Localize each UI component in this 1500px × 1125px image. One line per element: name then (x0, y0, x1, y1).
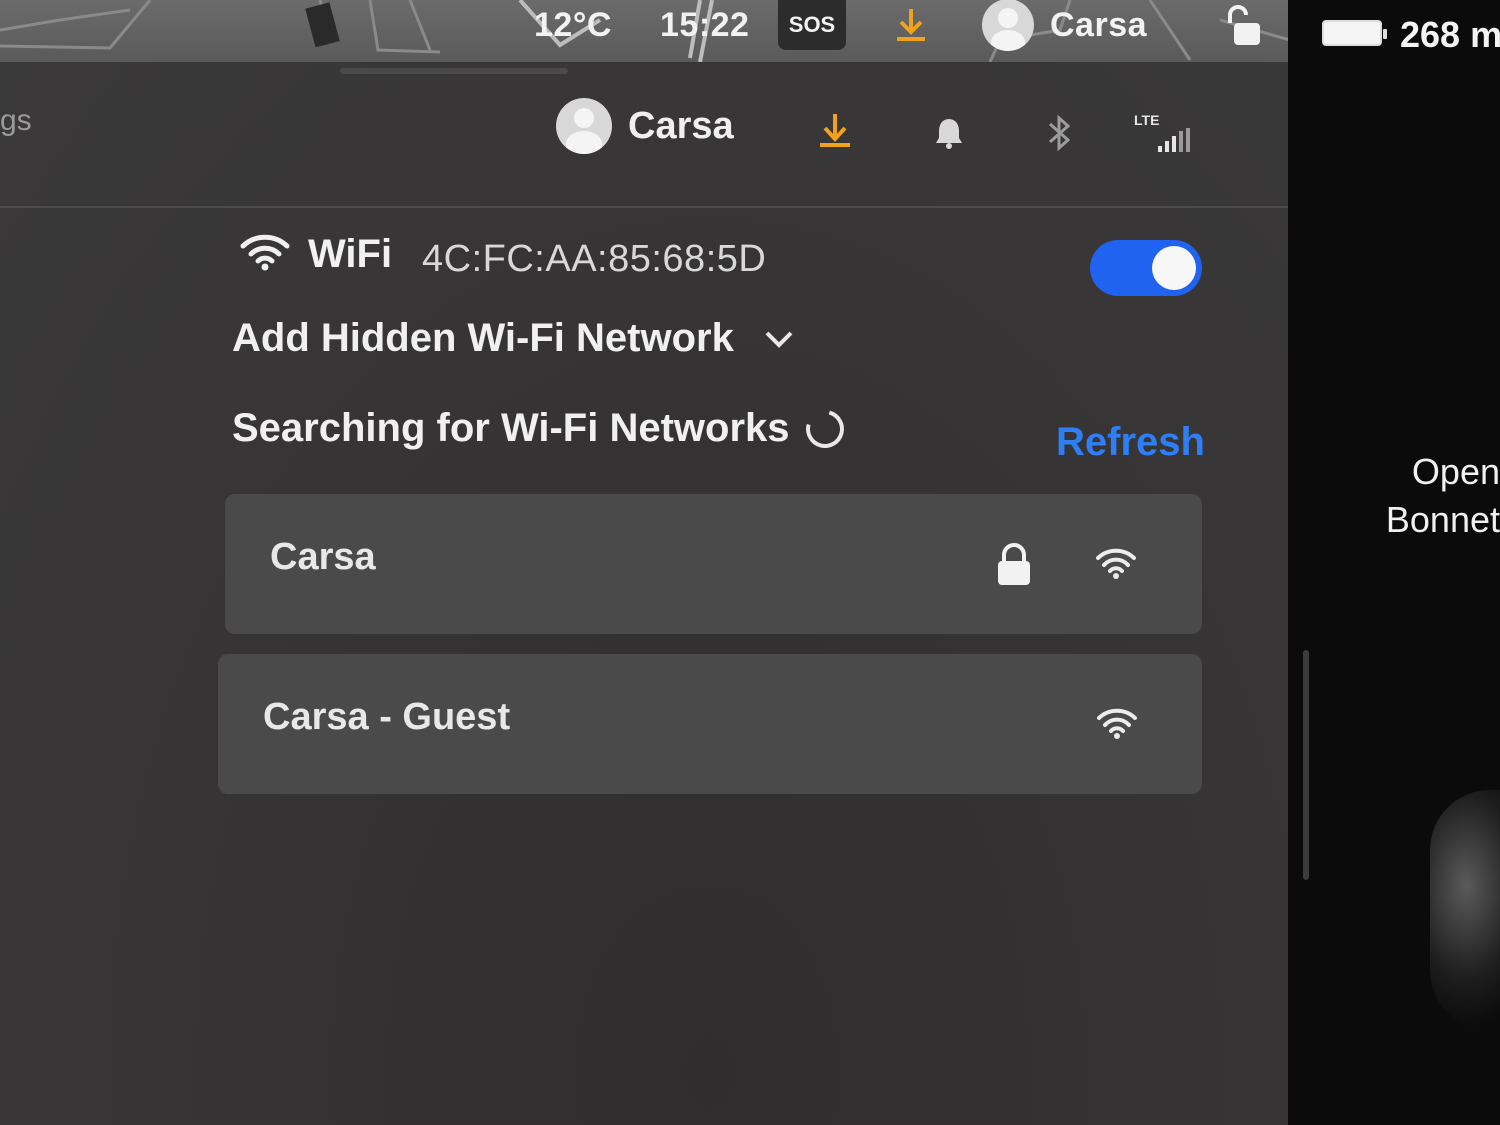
download-icon[interactable] (818, 112, 852, 150)
lock-icon (998, 543, 1030, 585)
header-profile-name: Carsa (628, 104, 734, 147)
wifi-mac-address: 4C:FC:AA:85:68:5D (422, 238, 767, 280)
sos-button[interactable]: SOS (778, 0, 846, 50)
wifi-signal-icon (1097, 708, 1137, 739)
network-row[interactable]: Carsa - Guest (218, 654, 1202, 794)
toggle-knob (1152, 246, 1196, 290)
temperature: 12°C (534, 5, 612, 44)
network-row[interactable]: Carsa (225, 494, 1202, 634)
battery-icon (1322, 20, 1387, 46)
download-icon[interactable] (895, 0, 927, 50)
range-readout: 268 m (1400, 14, 1500, 55)
searching-label: Searching for Wi-Fi Networks (232, 406, 790, 450)
profile-name: Carsa (1050, 5, 1148, 44)
bell-icon[interactable] (934, 116, 964, 150)
bonnet-label-line1: Open (1411, 451, 1500, 492)
lte-label: LTE (1134, 112, 1160, 128)
network-name: Carsa - Guest (263, 696, 511, 738)
bluetooth-icon[interactable] (1046, 114, 1074, 152)
open-bonnet-button[interactable]: Open Bonnet (1368, 448, 1500, 544)
wifi-toggle[interactable] (1090, 240, 1202, 296)
wifi-signal-icon (1096, 548, 1136, 579)
chevron-down-icon (765, 331, 793, 348)
searching-status: Searching for Wi-Fi Networks (232, 402, 851, 455)
status-bar: 12°C 15:22 SOS Carsa (0, 0, 1290, 62)
settings-breadcrumb[interactable]: gs (0, 104, 32, 138)
wifi-title: WiFi (308, 232, 393, 276)
network-name: Carsa (270, 536, 376, 578)
add-hidden-network-label: Add Hidden Wi-Fi Network (232, 316, 734, 360)
avatar (982, 0, 1034, 51)
profile-button[interactable]: Carsa (982, 0, 1148, 51)
header-divider (0, 206, 1288, 208)
refresh-button[interactable]: Refresh (1056, 420, 1205, 465)
avatar (556, 98, 612, 154)
header-profile[interactable]: Carsa (556, 98, 734, 154)
scrollbar[interactable] (1303, 650, 1309, 880)
car-image (1430, 790, 1500, 1030)
loading-spinner-icon (798, 402, 851, 455)
lte-signal-icon: LTE (1134, 112, 1194, 154)
add-hidden-network-button[interactable]: Add Hidden Wi-Fi Network (232, 316, 794, 361)
wifi-icon (240, 232, 290, 277)
clock: 15:22 (660, 5, 750, 44)
panel-drag-handle[interactable] (340, 68, 568, 74)
padlock-open-icon[interactable] (1222, 0, 1262, 50)
bonnet-label-line2: Bonnet (1385, 499, 1500, 540)
